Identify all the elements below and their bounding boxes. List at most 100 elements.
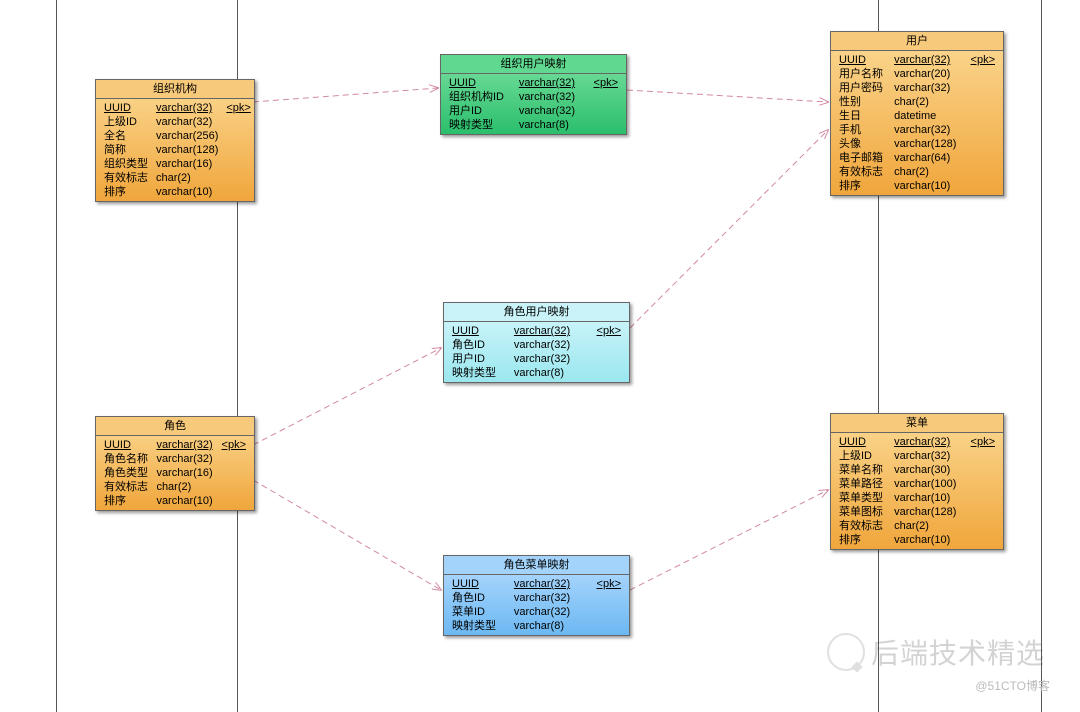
column-type: varchar(32) xyxy=(510,591,586,605)
column-name: 角色ID xyxy=(448,591,510,605)
column-type: varchar(100) xyxy=(890,477,965,491)
column-name: 有效标志 xyxy=(100,480,152,494)
column-type: varchar(32) xyxy=(890,53,965,67)
column-row: 用户IDvarchar(32) xyxy=(445,104,622,118)
entity-role: 角色UUIDvarchar(32)<pk>角色名称varchar(32)角色类型… xyxy=(95,416,255,511)
watermark-title: 后端技术精选 xyxy=(871,632,1045,672)
column-row: 排序varchar(10) xyxy=(100,185,255,199)
column-row: 有效标志char(2) xyxy=(835,165,999,179)
column-type: varchar(32) xyxy=(510,605,586,619)
column-pk-flag: <pk> xyxy=(586,76,622,90)
column-name: 角色ID xyxy=(448,338,510,352)
column-type: varchar(256) xyxy=(152,129,222,143)
watermark-subtitle: @51CTO博客 xyxy=(975,677,1050,694)
column-pk-flag xyxy=(965,179,999,193)
column-name: 排序 xyxy=(100,185,152,199)
column-name: UUID xyxy=(448,577,510,591)
column-pk-flag xyxy=(586,366,625,380)
column-name: 生日 xyxy=(835,109,890,123)
entity-body: UUIDvarchar(32)<pk>角色IDvarchar(32)用户IDva… xyxy=(444,322,629,382)
column-type: varchar(10) xyxy=(152,185,222,199)
column-type: varchar(128) xyxy=(890,137,965,151)
column-name: 用户ID xyxy=(445,104,515,118)
column-name: UUID xyxy=(448,324,510,338)
column-pk-flag xyxy=(965,505,999,519)
column-name: UUID xyxy=(835,435,890,449)
column-name: UUID xyxy=(835,53,890,67)
column-row: 映射类型varchar(8) xyxy=(448,619,625,633)
column-type: varchar(8) xyxy=(515,118,586,132)
entity-title: 组织用户映射 xyxy=(441,55,626,74)
column-name: 角色类型 xyxy=(100,466,152,480)
column-pk-flag xyxy=(217,480,250,494)
column-row: 菜单IDvarchar(32) xyxy=(448,605,625,619)
column-pk-flag xyxy=(965,95,999,109)
column-pk-flag: <pk> xyxy=(586,577,625,591)
column-row: 用户IDvarchar(32) xyxy=(448,352,625,366)
column-row: UUIDvarchar(32)<pk> xyxy=(445,76,622,90)
column-name: 菜单名称 xyxy=(835,463,890,477)
entity-body: UUIDvarchar(32)<pk>组织机构IDvarchar(32)用户ID… xyxy=(441,74,626,134)
column-name: 上级ID xyxy=(100,115,152,129)
column-pk-flag xyxy=(586,352,625,366)
column-pk-flag xyxy=(586,90,622,104)
column-row: 上级IDvarchar(32) xyxy=(835,449,999,463)
entity-orgUserMap: 组织用户映射UUIDvarchar(32)<pk>组织机构IDvarchar(3… xyxy=(440,54,627,135)
column-row: 有效标志char(2) xyxy=(100,171,255,185)
column-row: 映射类型varchar(8) xyxy=(445,118,622,132)
column-name: 全名 xyxy=(100,129,152,143)
column-name: 映射类型 xyxy=(445,118,515,132)
column-pk-flag xyxy=(965,137,999,151)
column-name: UUID xyxy=(100,438,152,452)
column-name: 菜单图标 xyxy=(835,505,890,519)
column-name: 简称 xyxy=(100,143,152,157)
column-name: 有效标志 xyxy=(835,519,890,533)
column-row: 排序varchar(10) xyxy=(835,179,999,193)
column-pk-flag xyxy=(222,143,254,157)
column-type: varchar(32) xyxy=(510,352,586,366)
column-pk-flag xyxy=(586,619,625,633)
column-type: varchar(10) xyxy=(890,179,965,193)
entity-body: UUIDvarchar(32)<pk>角色IDvarchar(32)菜单IDva… xyxy=(444,575,629,635)
watermark-logo: 后端技术精选 xyxy=(827,632,1045,672)
column-type: varchar(32) xyxy=(152,452,217,466)
entity-menu: 菜单 UUIDvarchar(32)<pk>上级IDvarchar(32)菜单名称… xyxy=(830,413,1004,550)
column-pk-flag xyxy=(222,185,254,199)
column-name: 手机 xyxy=(835,123,890,137)
column-pk-flag xyxy=(217,452,250,466)
column-pk-flag: <pk> xyxy=(586,324,625,338)
column-pk-flag xyxy=(965,463,999,477)
column-pk-flag xyxy=(965,109,999,123)
entity-title: 菜单 xyxy=(831,414,1003,433)
column-name: 映射类型 xyxy=(448,366,510,380)
column-pk-flag: <pk> xyxy=(217,438,250,452)
entity-title: 组织机构 xyxy=(96,80,254,99)
column-row: UUIDvarchar(32)<pk> xyxy=(448,577,625,591)
column-pk-flag xyxy=(586,591,625,605)
column-name: 头像 xyxy=(835,137,890,151)
column-pk-flag xyxy=(222,115,254,129)
column-row: 用户名称varchar(20) xyxy=(835,67,999,81)
speech-bubble-icon xyxy=(827,633,865,671)
column-pk-flag xyxy=(222,171,254,185)
column-type: varchar(32) xyxy=(890,449,965,463)
column-row: UUIDvarchar(32)<pk> xyxy=(100,438,250,452)
column-pk-flag xyxy=(217,494,250,508)
entity-roleMenuMap: 角色菜单映射UUIDvarchar(32)<pk>角色IDvarchar(32)… xyxy=(443,555,630,636)
column-row: 映射类型varchar(8) xyxy=(448,366,625,380)
column-type: varchar(32) xyxy=(515,104,586,118)
column-pk-flag xyxy=(965,81,999,95)
column-row: 菜单类型varchar(10) xyxy=(835,491,999,505)
column-type: varchar(30) xyxy=(890,463,965,477)
entity-body: UUIDvarchar(32)<pk>上级IDvarchar(32)全名varc… xyxy=(96,99,254,201)
column-type: varchar(32) xyxy=(890,81,965,95)
column-row: UUIDvarchar(32)<pk> xyxy=(835,435,999,449)
column-pk-flag xyxy=(222,129,254,143)
column-pk-flag xyxy=(965,123,999,137)
column-row: 生日datetime xyxy=(835,109,999,123)
column-row: UUIDvarchar(32)<pk> xyxy=(100,101,255,115)
entity-title: 用户 xyxy=(831,32,1003,51)
column-type: varchar(32) xyxy=(152,438,217,452)
column-pk-flag xyxy=(965,67,999,81)
column-name: 用户ID xyxy=(448,352,510,366)
